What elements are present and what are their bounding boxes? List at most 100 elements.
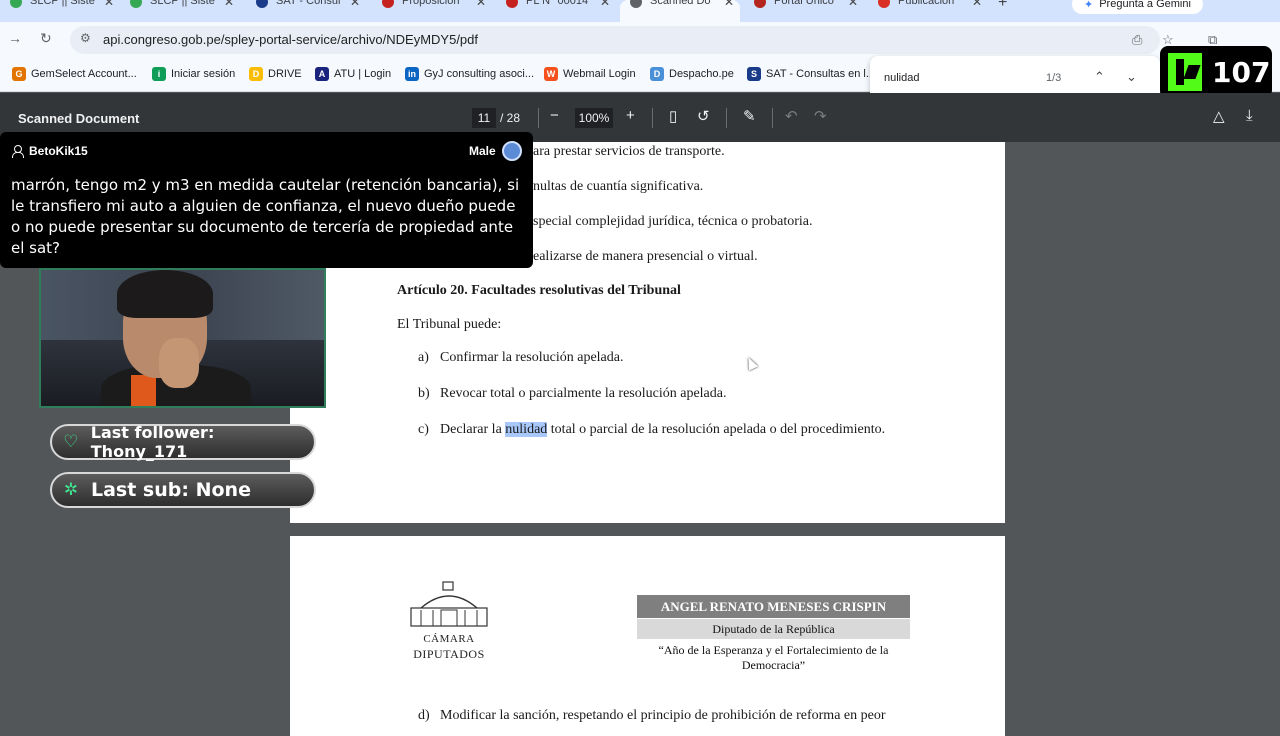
page-number-input[interactable]: 11 [472,108,496,128]
text-segment: total o parcial de la resolución apelada… [547,422,886,437]
site-info-icon[interactable]: ⚙ [80,31,91,45]
browser-tab[interactable]: Scanned Do ✕ [620,0,740,22]
bookmark-favicon-icon: G [12,67,26,81]
bookmark-item[interactable]: D Despacho.pe [650,67,734,81]
bookmark-item[interactable]: S SAT - Consultas en l... [747,67,875,81]
document-line: special complejidad jurídica, técnica o … [533,214,813,229]
bookmark-label: DRIVE [268,68,302,80]
avatar [502,141,522,161]
toolbar-divider [652,108,653,128]
tab-favicon-icon [256,0,268,8]
url-text[interactable]: api.congreso.gob.pe/spley-portal-service… [103,32,478,47]
tab-favicon-icon [130,0,142,8]
browser-tab[interactable]: Proposición ✕ [372,0,492,22]
document-line: ealizarse de manera presencial o virtual… [533,249,758,264]
tab-close-icon[interactable]: ✕ [224,0,234,9]
webcam-hand [159,338,199,388]
tab-title: SLCP || Siste [150,0,215,7]
chat-user: BetoKik15 [12,144,88,158]
find-input[interactable]: nulidad [884,72,919,84]
rotate-icon[interactable]: ↺ [697,107,710,125]
browser-tab[interactable]: SAT - Consul ✕ [246,0,366,22]
zoom-level[interactable]: 100% [575,108,613,128]
toolbar-divider [772,108,773,128]
new-tab-button[interactable]: + [998,0,1007,12]
fit-page-icon[interactable]: ▯ [669,107,677,125]
redo-icon[interactable]: ↷ [814,107,827,125]
last-sub-alert: ✲ Last sub: None [50,472,316,508]
list-item-marker: b) [418,386,430,401]
browser-tab[interactable]: SLCP || Siste ✕ [0,0,120,22]
bookmark-favicon-icon: S [747,67,761,81]
page-total: / 28 [500,111,521,125]
download-icon[interactable]: ⤓ [1246,107,1253,124]
bookmark-item[interactable]: in GyJ consulting asoci... [405,67,534,81]
browser-tab[interactable]: Publicación ✕ [868,0,988,22]
list-item-marker: a) [418,350,429,365]
page-action-icon[interactable]: ⎙ [1132,32,1142,48]
heart-icon: ♡ [63,432,79,452]
gemini-icon: ✦ [1084,0,1094,11]
letterhead-name: ANGEL RENATO MENESES CRISPIN [637,595,910,618]
forward-icon[interactable]: → [8,30,22,46]
browser-tab[interactable]: SLCP || Siste ✕ [120,0,240,22]
viewer-count: 107 [1212,55,1271,89]
bookmark-label: Webmail Login [563,68,636,80]
bookmark-favicon-icon: in [405,67,419,81]
bookmark-item[interactable]: W Webmail Login [544,67,636,81]
zoom-in-icon[interactable]: + [626,107,635,124]
list-item-marker: d) [418,708,430,723]
bookmark-favicon-icon: i [152,67,166,81]
bookmark-item[interactable]: D DRIVE [249,67,302,81]
tab-title: SAT - Consul [276,0,341,7]
bookmark-label: SAT - Consultas en l... [766,68,876,80]
kick-logo-icon [1168,53,1202,91]
tab-favicon-icon [878,0,890,8]
tab-close-icon[interactable]: ✕ [600,0,610,9]
tab-title: Proposición [402,0,460,7]
browser-tab[interactable]: PL N° 00014 ✕ [496,0,616,22]
tab-close-icon[interactable]: ✕ [476,0,486,9]
bookmark-favicon-icon: D [249,67,263,81]
tab-title: Scanned Do [650,0,711,7]
bookmark-item[interactable]: A ATU | Login [315,67,391,81]
reload-icon[interactable]: ↻ [40,30,52,47]
tab-close-icon[interactable]: ✕ [972,0,982,9]
tab-favicon-icon [382,0,394,8]
tab-title: PL N° 00014 [526,0,589,7]
chat-message-text: marrón, tengo m2 y m3 en medida cautelar… [11,176,520,257]
tab-title: Portal Único [774,0,834,7]
tab-close-icon[interactable]: ✕ [724,0,734,9]
find-count: 1/3 [1046,72,1062,84]
last-follower-alert: ♡ Last follower: Thony_171 [50,423,316,461]
seal-subtitle: DIPUTADOS [413,647,485,661]
tab-strip: Publicación ✕ Portal Único ✕ Scanned Do ✕ PL N… [0,0,1280,22]
tab-close-icon[interactable]: ✕ [350,0,360,9]
zoom-out-icon[interactable]: − [550,107,559,124]
tab-title: Publicación [898,0,955,7]
bookmark-label: Despacho.pe [669,68,734,80]
annotate-icon[interactable]: ✎ [743,107,756,125]
chat-message-overlay: BetoKik15 Male marrón, tengo m2 y m3 en … [0,132,533,268]
list-item-text: Modificar la sanción, respetando el prin… [440,708,886,723]
bookmark-label: GyJ consulting asoci... [424,68,535,80]
find-previous-icon[interactable]: ⌃ [1094,69,1105,85]
gemini-button[interactable]: ✦ Pregunta a Gemini [1072,0,1203,14]
undo-icon[interactable]: ↶ [785,107,798,125]
bookmark-item[interactable]: i Iniciar sesión [152,67,235,81]
gemini-label: Pregunta a Gemini [1099,0,1191,10]
bookmark-item[interactable]: G GemSelect Account... [12,67,137,81]
find-next-icon[interactable]: ⌄ [1126,69,1137,85]
browser-tab[interactable]: Portal Único ✕ [744,0,864,22]
bookmark-favicon-icon: A [315,67,329,81]
tab-favicon-icon [506,0,518,8]
article-heading: Artículo 20. Facultades resolutivas del … [397,283,681,298]
tab-close-icon[interactable]: ✕ [848,0,858,9]
last-follower-text: Last follower: Thony_171 [90,423,215,461]
toolbar-divider [726,108,727,128]
chat-gender: Male [469,144,496,158]
drive-save-icon[interactable]: △ [1213,107,1225,125]
address-bar[interactable]: ⚙ api.congreso.gob.pe/spley-portal-servi… [70,26,1160,54]
tab-close-icon[interactable]: ✕ [104,0,114,9]
user-icon [12,145,24,158]
